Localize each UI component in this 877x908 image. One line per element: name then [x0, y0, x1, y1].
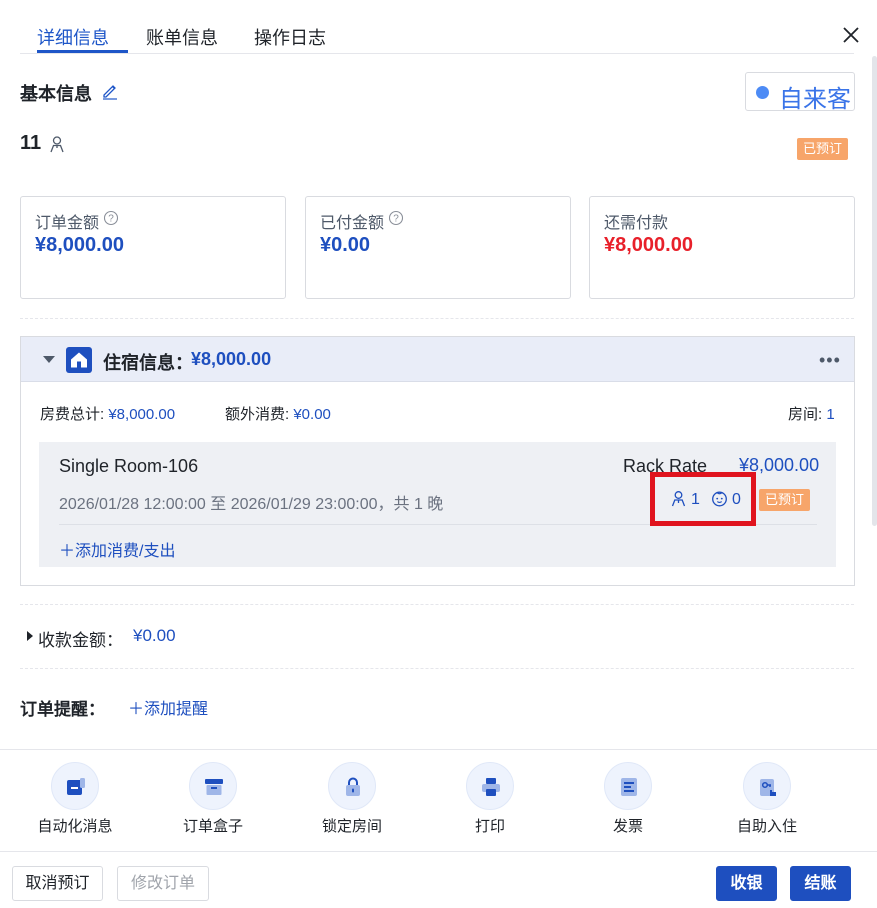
- reminder-label: 订单提醒：: [20, 700, 105, 719]
- paid-amount-label: 已付金额: [320, 215, 385, 232]
- guest-count: 11: [20, 132, 42, 154]
- order-amount-label: 订单金额: [35, 215, 100, 232]
- extra-fee-value: ¥0.00: [293, 406, 331, 423]
- divider: [20, 318, 854, 319]
- collection-value: ¥0.00: [133, 626, 176, 645]
- balance-due-card: 还需付款 ¥8,000.00: [589, 196, 855, 299]
- self-checkin-action[interactable]: 自助入住: [707, 762, 827, 840]
- room-count-label: 房间:: [788, 406, 827, 423]
- action-label: 自助入住: [736, 818, 797, 835]
- more-icon[interactable]: •••: [819, 350, 841, 371]
- tab-operation-log[interactable]: 操作日志: [254, 24, 326, 50]
- paid-amount-value: ¥0.00: [320, 234, 371, 256]
- action-label: 打印: [474, 818, 505, 835]
- print-action[interactable]: 打印: [430, 762, 550, 840]
- room-fee-summary: 房费总计: ¥8,000.00: [40, 403, 175, 424]
- action-label: 自动化消息: [37, 818, 113, 835]
- balance-due-label: 还需付款: [604, 215, 669, 232]
- collection-label: 收款金额：: [38, 631, 123, 650]
- occupancy-highlight-box: [650, 472, 756, 526]
- action-label: 发票: [612, 818, 643, 835]
- invoice-action[interactable]: 发票: [568, 762, 688, 840]
- stay-dates: 2026/01/28 12:00:00 至 2026/01/29 23:00:0…: [59, 496, 444, 513]
- room-fee-label: 房费总计:: [40, 406, 109, 423]
- close-icon[interactable]: [840, 24, 862, 46]
- room-count-summary: 房间: 1: [788, 403, 835, 424]
- invoice-icon: [621, 778, 637, 796]
- lock-room-action[interactable]: 锁定房间: [292, 762, 412, 840]
- action-icon-circle: [466, 762, 514, 810]
- add-expense-link[interactable]: ＋添加消费/支出: [59, 537, 175, 561]
- cashier-button[interactable]: 收银: [716, 866, 777, 901]
- person-icon: [50, 136, 64, 153]
- room-status-badge: 已预订: [759, 489, 811, 511]
- cancel-booking-button[interactable]: 取消预订: [12, 866, 103, 901]
- active-tab-indicator: [37, 50, 128, 53]
- extra-fee-summary: 额外消费: ¥0.00: [225, 403, 331, 424]
- divider: [0, 851, 877, 852]
- tab-details[interactable]: 详细信息: [37, 24, 109, 50]
- order-status-badge: 已预订: [797, 138, 849, 160]
- extra-fee-label: 额外消费:: [225, 406, 294, 423]
- divider: [20, 604, 854, 605]
- svg-text:?: ?: [393, 214, 399, 225]
- accommodation-section: 住宿信息： ¥8,000.00 ••• 房费总计: ¥8,000.00 额外消费…: [20, 336, 855, 586]
- self-checkin-icon: [760, 779, 776, 796]
- collapse-caret-icon[interactable]: [43, 356, 55, 363]
- basic-info-title: 基本信息: [20, 84, 92, 104]
- guest-source-button[interactable]: 自来客: [745, 72, 855, 113]
- order-amount-value: ¥8,000.00: [35, 234, 124, 256]
- home-icon: [66, 347, 92, 373]
- help-icon[interactable]: ?: [103, 210, 119, 226]
- accommodation-total: ¥8,000.00: [191, 349, 272, 369]
- automated-message-action[interactable]: 自动化消息: [15, 762, 135, 840]
- divider: [0, 749, 877, 750]
- add-reminder-label: 添加提醒: [144, 701, 209, 718]
- message-icon: [67, 778, 85, 795]
- paid-amount-card: 已付金额 ? ¥0.00: [305, 196, 571, 299]
- add-expense-label: 添加消费/支出: [75, 543, 176, 560]
- action-label: 订单盒子: [182, 818, 243, 835]
- action-label: 锁定房间: [321, 818, 382, 835]
- lock-icon: [346, 777, 360, 796]
- source-dot: [756, 86, 769, 99]
- balance-due-value: ¥8,000.00: [604, 234, 693, 256]
- order-box-action[interactable]: 订单盒子: [153, 762, 273, 840]
- box-icon: [205, 779, 223, 795]
- room-fee-value: ¥8,000.00: [108, 406, 176, 423]
- printer-icon: [482, 778, 500, 796]
- accommodation-title: 住宿信息：: [103, 353, 193, 373]
- scrollbar[interactable]: [872, 56, 877, 526]
- order-amount-card: 订单金额 ? ¥8,000.00: [20, 196, 286, 299]
- divider: [20, 668, 854, 669]
- room-name: Single Room-106: [59, 456, 199, 476]
- room-count-value: 1: [826, 406, 835, 423]
- accommodation-header[interactable]: 住宿信息： ¥8,000.00 •••: [21, 337, 854, 382]
- tab-bar: 详细信息 账单信息 操作日志: [20, 0, 854, 54]
- guest-source-label: 自来客: [779, 86, 851, 113]
- svg-text:?: ?: [108, 214, 114, 225]
- action-icon-circle: [189, 762, 237, 810]
- action-icon-circle: [51, 762, 99, 810]
- add-reminder-link[interactable]: ＋添加提醒: [128, 695, 208, 719]
- plus-icon: ＋: [128, 701, 145, 718]
- edit-icon[interactable]: [101, 82, 119, 100]
- help-icon[interactable]: ?: [388, 210, 404, 226]
- tab-billing[interactable]: 账单信息: [146, 24, 218, 50]
- plus-icon: ＋: [59, 543, 76, 560]
- modify-order-button[interactable]: 修改订单: [117, 866, 209, 901]
- action-icon-circle: [604, 762, 652, 810]
- action-icon-circle: [743, 762, 791, 810]
- order-detail-panel: 详细信息 账单信息 操作日志 基本信息 自来客 11 已预订 订单金额 ? ¥8…: [0, 0, 877, 908]
- checkout-button[interactable]: 结账: [790, 866, 851, 901]
- expand-caret-icon[interactable]: [27, 631, 33, 641]
- action-icon-circle: [328, 762, 376, 810]
